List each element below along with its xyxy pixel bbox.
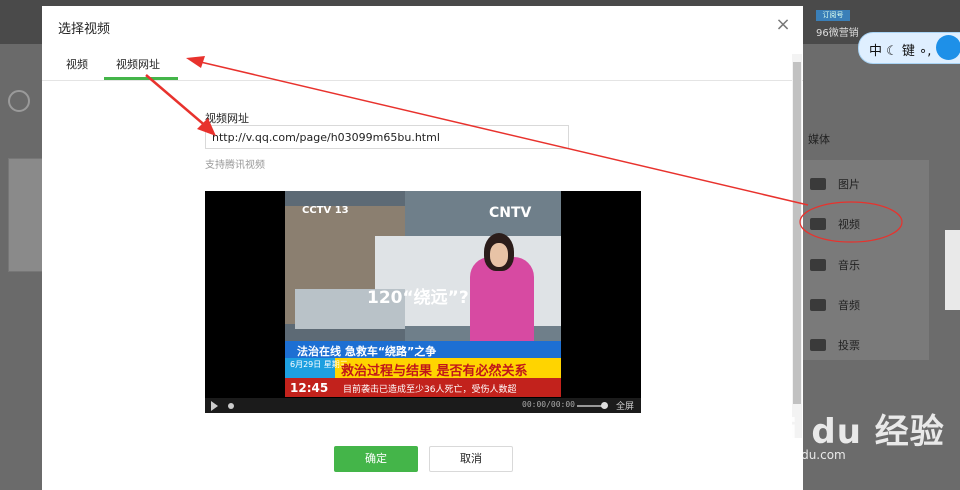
watermark-logo: Bai du 经验: [735, 412, 945, 452]
scrollbar-thumb[interactable]: [793, 62, 801, 404]
channel-logo-right: CNTV: [489, 205, 532, 221]
seek-handle[interactable]: [228, 403, 234, 409]
back-circle-icon: [8, 90, 30, 112]
broadcast-time: 12:45: [290, 381, 329, 395]
player-controls: 00:00/00:00 全屏: [205, 398, 641, 413]
media-item-label: 音频: [838, 299, 860, 312]
video-player[interactable]: CCTV 13 CNTV 120“绕远”? 法治在线 急救车“绕路”之争 6月2…: [205, 191, 641, 413]
program-title: 法治在线 急救车“绕路”之争: [297, 345, 437, 358]
media-item-vote[interactable]: 投票: [810, 337, 860, 353]
play-icon[interactable]: [211, 401, 218, 411]
dialog-title: 选择视频: [58, 22, 111, 37]
tab-video[interactable]: 视频: [66, 56, 88, 72]
media-item-label: 图片: [838, 178, 860, 191]
url-field-label: 视频网址: [205, 112, 249, 125]
image-icon: [810, 178, 826, 190]
vote-icon: [810, 339, 826, 351]
account-name: 96微营销: [816, 28, 859, 39]
confirm-button[interactable]: 确定: [334, 446, 418, 472]
watermark-url: jingyan.baidu.com: [735, 448, 846, 462]
video-url-input[interactable]: [205, 125, 569, 149]
media-item-image[interactable]: 图片: [810, 176, 860, 192]
audio-icon: [810, 299, 826, 311]
video-frame: CCTV 13 CNTV 120“绕远”? 法治在线 急救车“绕路”之争 6月2…: [285, 191, 561, 397]
media-item-label: 投票: [838, 339, 860, 352]
broadcast-date: 6月29日 星期三: [290, 360, 348, 369]
music-icon: [810, 259, 826, 271]
media-item-label: 音乐: [838, 259, 860, 272]
account-badge: 订阅号: [816, 10, 850, 21]
cancel-button[interactable]: 取消: [429, 446, 513, 472]
faq-strip[interactable]: [945, 230, 960, 310]
headline: 救治过程与结果 是否有必然关系: [341, 364, 528, 379]
left-article-card: [8, 158, 46, 272]
timecode: 00:00/00:00: [522, 400, 575, 409]
fullscreen-button[interactable]: 全屏: [616, 399, 634, 412]
dialog-tabs: 视频 视频网址: [42, 46, 803, 81]
ime-toolbar[interactable]: 中 ☾ 键 ∘,: [858, 32, 960, 64]
media-item-audio[interactable]: 音频: [810, 297, 860, 313]
dialog-header: 选择视频 ×: [42, 6, 803, 46]
media-item-music[interactable]: 音乐: [810, 257, 860, 273]
news-anchor-face: [490, 243, 508, 267]
baidu-watermark: Bai du 经验 jingyan.baidu.com: [735, 404, 945, 464]
media-item-video[interactable]: 视频: [810, 216, 860, 232]
tab-video-url[interactable]: 视频网址: [116, 56, 160, 72]
ime-logo-icon: [936, 35, 960, 60]
select-video-dialog: 选择视频 × 视频 视频网址 视频网址 支持腾讯视频 CCTV 13 CNTV …: [42, 6, 803, 490]
video-icon: [810, 218, 826, 230]
close-icon[interactable]: ×: [772, 14, 794, 36]
media-title: 媒体: [808, 133, 830, 146]
ime-status-text: 中 ☾ 键 ∘,: [869, 44, 932, 59]
news-ticker: 目前袭击已造成至少36人死亡，受伤人数超: [343, 385, 517, 395]
active-tab-indicator: [104, 77, 178, 80]
url-hint: 支持腾讯视频: [205, 160, 265, 171]
media-item-label: 视频: [838, 218, 860, 231]
channel-logo-left: CCTV 13: [302, 205, 349, 216]
video-caption: 120“绕远”?: [367, 288, 469, 308]
volume-handle[interactable]: [601, 402, 608, 409]
